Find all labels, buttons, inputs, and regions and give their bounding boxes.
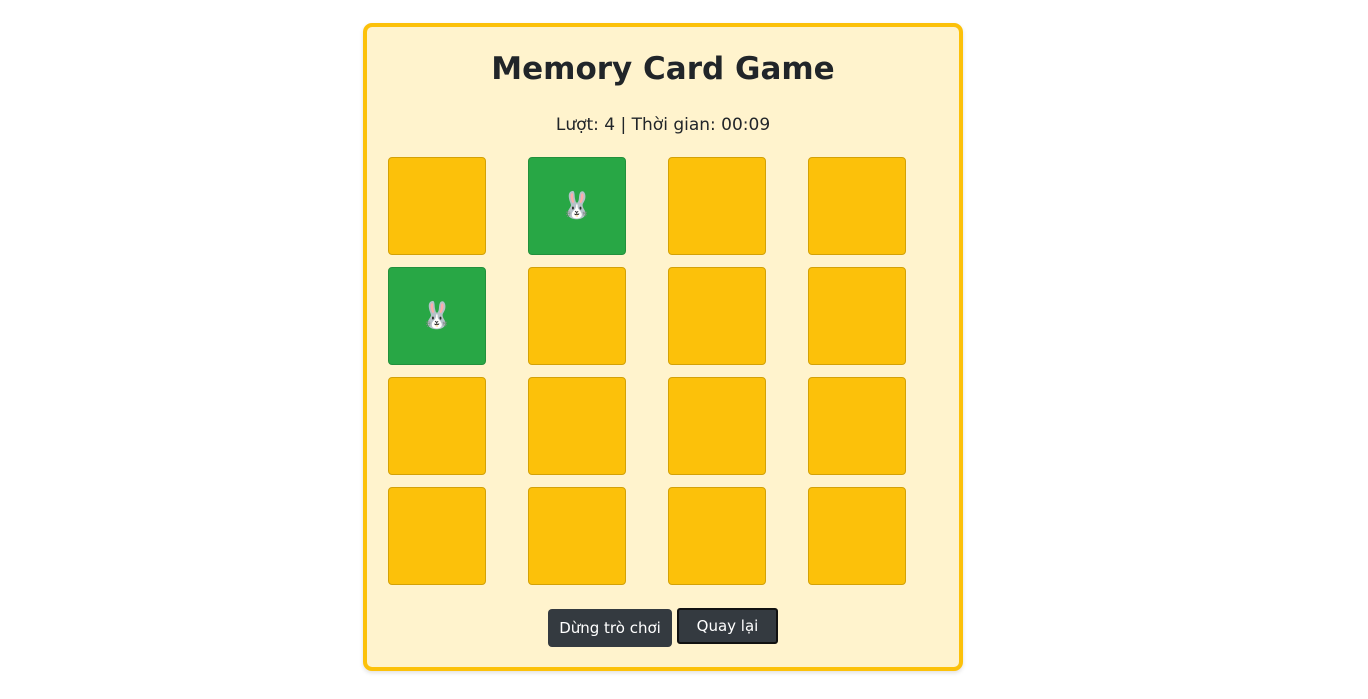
memory-card[interactable]: [528, 377, 626, 475]
game-status: Lượt: 4 | Thời gian: 00:09: [555, 115, 771, 135]
button-bar: Dừng trò chơi Quay lại: [367, 608, 959, 648]
game-panel: Memory Card Game Lượt: 4 | Thời gian: 00…: [363, 23, 963, 671]
memory-card[interactable]: [668, 487, 766, 585]
memory-card[interactable]: [668, 157, 766, 255]
memory-card[interactable]: 🐰: [528, 157, 626, 255]
memory-card[interactable]: [808, 377, 906, 475]
memory-card[interactable]: [388, 487, 486, 585]
memory-card[interactable]: [808, 157, 906, 255]
card-face: 🐰: [420, 301, 454, 331]
game-title: Memory Card Game: [491, 51, 835, 87]
card-face: 🐰: [560, 191, 594, 221]
memory-card[interactable]: [668, 267, 766, 365]
memory-card[interactable]: 🐰: [388, 267, 486, 365]
card-grid: 🐰 🐰: [388, 157, 908, 587]
memory-card[interactable]: [388, 157, 486, 255]
memory-card[interactable]: [808, 267, 906, 365]
memory-card[interactable]: [528, 267, 626, 365]
memory-card[interactable]: [668, 377, 766, 475]
stop-game-button[interactable]: Dừng trò chơi: [548, 609, 672, 647]
back-button[interactable]: Quay lại: [677, 608, 778, 644]
memory-card[interactable]: [808, 487, 906, 585]
memory-card[interactable]: [528, 487, 626, 585]
memory-card[interactable]: [388, 377, 486, 475]
